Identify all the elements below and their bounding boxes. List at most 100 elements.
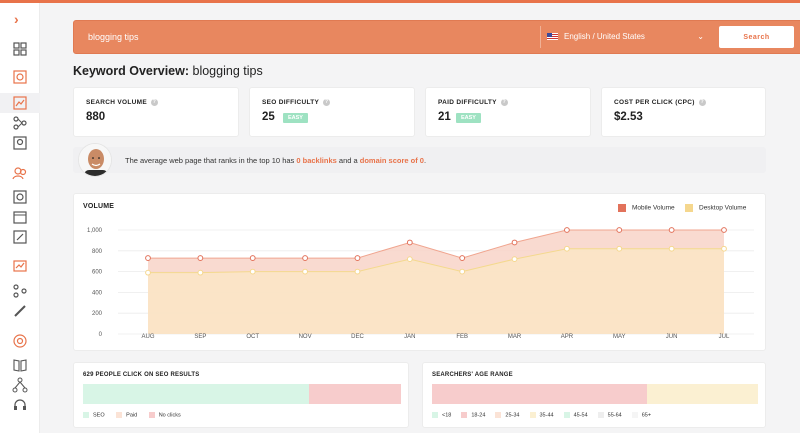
avatar [78,143,112,177]
x-tick-label: FEB [456,334,468,340]
site-audit-icon[interactable] [12,69,28,85]
data-point[interactable] [197,269,204,276]
bar-segment[interactable] [647,384,758,404]
data-point[interactable] [145,255,151,261]
book-icon[interactable] [12,357,28,373]
paid-difficulty-card: PAID DIFFICULTY? 21 EASY [425,87,591,137]
top-pages-icon[interactable] [12,189,28,205]
data-point[interactable] [459,255,466,261]
insight-text: The average web page that ranks in the t… [125,156,427,165]
y-tick-label: 1,000 [87,228,103,234]
data-point[interactable] [302,268,308,275]
backlinks-link[interactable]: 0 backlinks [296,156,336,165]
volume-chart: 0 200 400 600 800 1,000 AUG SEP OCT NOV DEC JAN FEB M… [87,227,754,340]
legend-label: 65+ [641,412,652,419]
language-location-select[interactable]: English / United States ⌄ [540,26,710,48]
data-point[interactable] [249,255,256,261]
bar-segment[interactable] [432,384,648,404]
main-content: English / United States ⌄ Search Keyword… [40,3,800,433]
data-point[interactable] [721,245,727,252]
legend-no-clicks: No clicks [148,412,181,418]
calendar-icon[interactable] [12,209,28,225]
age-legend-item: <18 [432,412,451,418]
data-point[interactable] [564,245,570,252]
data-point[interactable] [511,256,518,263]
age-range-card: SEARCHERS' AGE RANGE <18 18-24 25-34 35-44 4… [422,362,766,428]
legend-paid: Paid [116,412,137,418]
data-point[interactable] [197,255,204,261]
metric-label: SEO DIFFICULTY? [262,99,331,107]
age-legend-item: 55-64 [597,412,622,419]
clicks-bar [83,384,401,404]
x-tick-label: OCT [246,334,259,340]
metric-label: PAID DIFFICULTY? [438,99,508,107]
data-point[interactable] [564,227,570,233]
legend-swatch [495,412,502,418]
network-icon[interactable] [12,377,28,393]
domain-score-link[interactable]: domain score of 0 [360,156,424,165]
bar-segment[interactable] [308,384,401,404]
legend-swatch [83,412,89,418]
search-button[interactable]: Search [719,26,794,48]
legend-swatch [631,412,638,418]
data-point[interactable] [616,245,623,252]
legend-label: 55-64 [607,412,622,419]
search-volume-card: SEARCH VOLUME? 880 [73,87,239,137]
insight-banner: The average web page that ranks in the t… [73,147,766,173]
content-ideas-icon[interactable] [12,135,28,151]
help-icon[interactable]: ? [698,99,706,106]
dashboard-icon[interactable] [12,41,28,57]
legend-swatch [148,412,155,418]
x-tick-label: SEP [194,334,206,340]
metric-label: COST PER CLICK (CPC)? [614,99,706,107]
legend-label: 35-44 [539,412,554,419]
age-title: SEARCHERS' AGE RANGE [432,372,513,378]
x-tick-label: JUL [719,334,730,340]
y-tick-label: 400 [92,290,103,296]
x-tick-label: NOV [299,334,312,340]
legend-swatch [597,412,604,418]
legend-swatch [529,412,536,418]
help-icon[interactable]: ? [323,99,331,106]
data-point[interactable] [354,268,361,275]
legend-label: 25-34 [505,412,520,419]
help-icon[interactable]: ? [500,99,508,106]
x-tick-label: JUN [666,334,678,340]
difficulty-badge: EASY [456,113,481,123]
data-point[interactable] [459,268,466,275]
title-keyword: blogging tips [192,64,263,78]
data-point[interactable] [406,239,413,246]
data-point[interactable] [616,227,623,233]
site-structure-icon[interactable] [12,283,28,299]
data-point[interactable] [721,227,727,233]
keyword-search-input[interactable] [82,26,502,48]
help-icon[interactable]: ? [150,99,158,106]
data-point[interactable] [145,269,151,276]
data-point[interactable] [511,239,518,246]
rank-tracking-icon[interactable] [12,259,28,275]
data-point[interactable] [668,227,675,233]
age-legend-item: 18-24 [461,412,485,418]
metric-value: 25 [262,111,275,123]
keyword-ideas-icon[interactable] [12,115,28,131]
x-tick-label: JAN [404,334,415,340]
bar-segment[interactable] [83,384,309,404]
backlinks-icon[interactable] [12,229,28,245]
y-tick-label: 0 [99,332,103,338]
data-point[interactable] [668,245,675,252]
age-legend-item: 65+ [631,412,652,419]
legend-swatch [461,412,468,418]
difficulty-badge: EASY [283,113,308,123]
data-point[interactable] [249,268,256,275]
support-headset-icon[interactable] [12,397,28,413]
legend-swatch [432,412,438,418]
keyword-overview-icon[interactable] [12,95,28,111]
chrome-extension-icon[interactable] [12,333,28,349]
traffic-analyzer-icon[interactable] [12,165,28,181]
data-point[interactable] [354,255,361,261]
metric-value: 880 [86,111,106,123]
link-icon[interactable] [12,303,28,319]
data-point[interactable] [302,255,308,261]
expand-sidebar-icon[interactable]: › [14,11,19,27]
data-point[interactable] [406,256,413,263]
